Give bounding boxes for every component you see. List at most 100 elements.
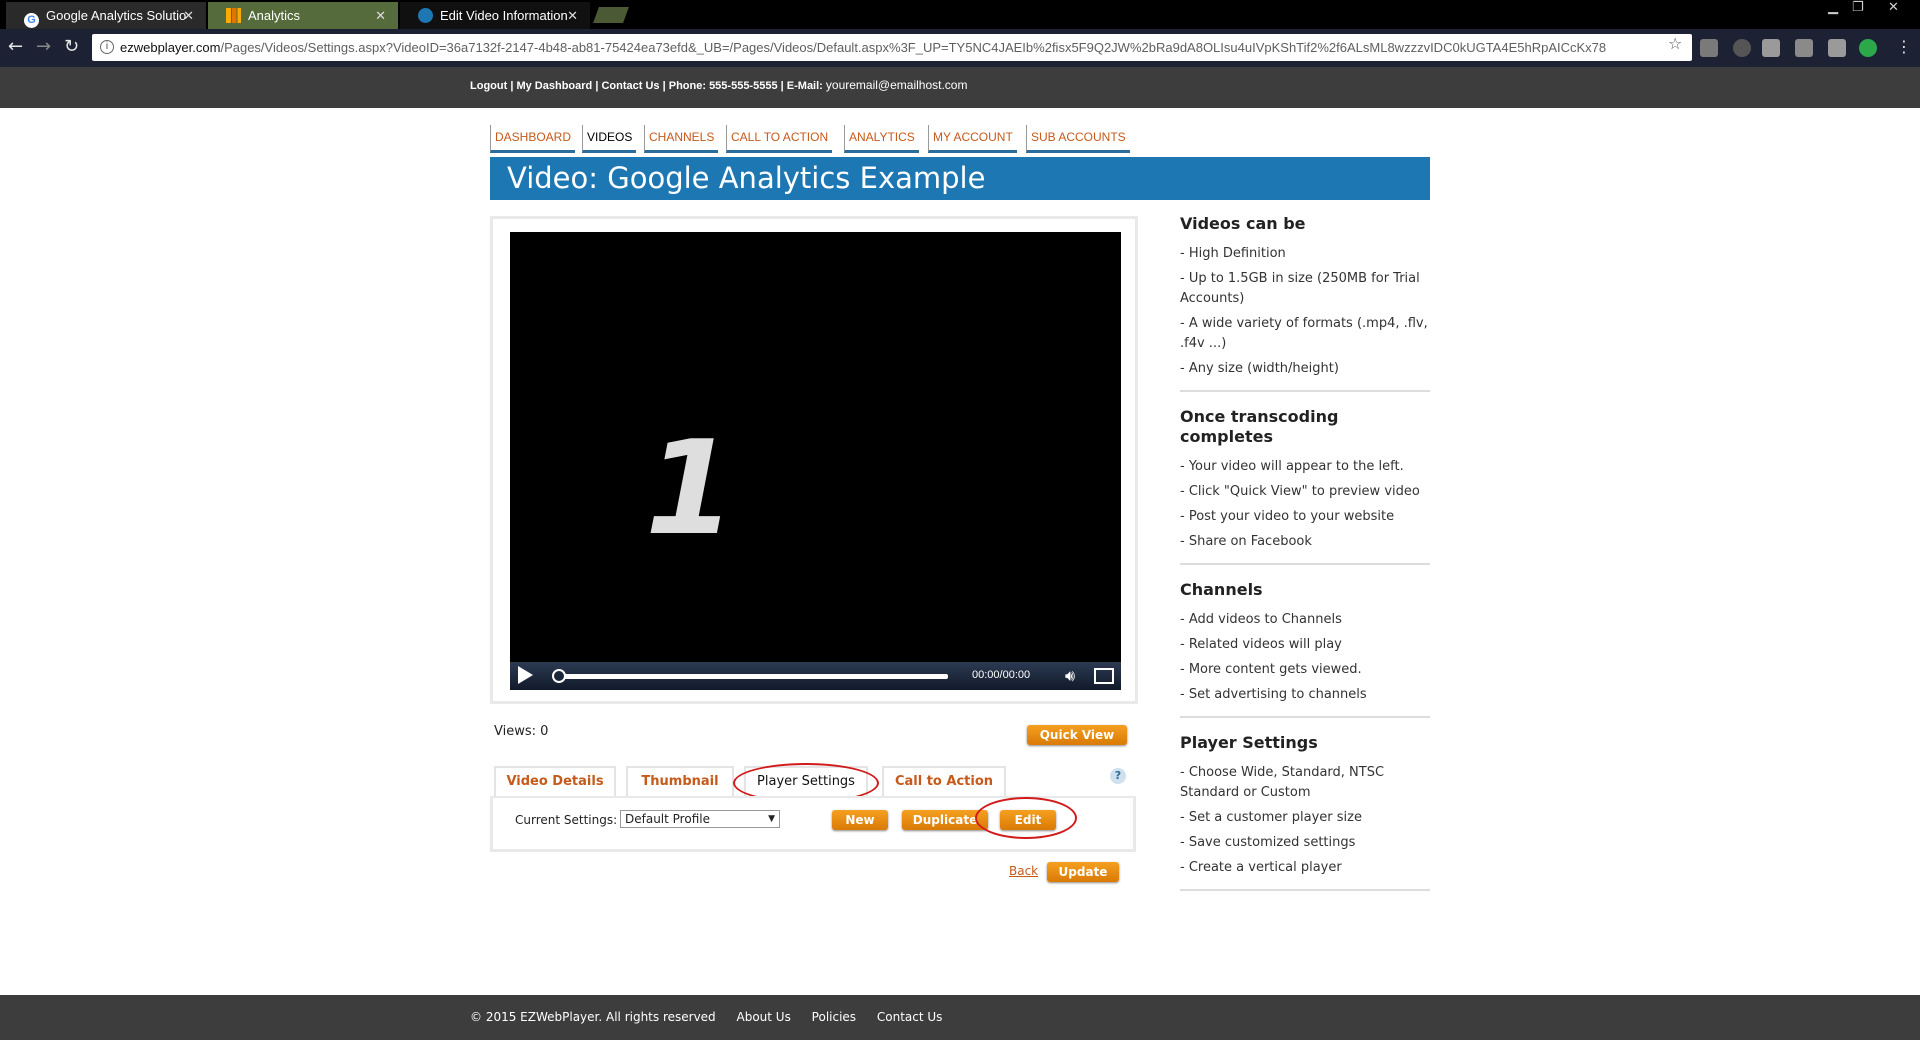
nav-call-to-action[interactable]: CALL TO ACTION (726, 125, 833, 153)
tab-thumbnail[interactable]: Thumbnail (626, 766, 734, 796)
site-header: Logout | My Dashboard | Contact Us | Pho… (0, 67, 1920, 108)
top-links: Logout | My Dashboard | Contact Us | Pho… (470, 78, 968, 92)
email-text: youremail@emailhost.com (825, 78, 968, 92)
reload-icon[interactable]: ↻ (64, 37, 79, 57)
sidebar-section-channels: Channels - Add videos to Channels - Rela… (1180, 580, 1430, 718)
address-bar[interactable]: i ezwebplayer.com/Pages/Videos/Settings.… (92, 34, 1692, 61)
logout-link[interactable]: Logout (470, 80, 507, 92)
forward-icon[interactable]: → (36, 37, 51, 57)
google-icon: G (24, 13, 39, 28)
info-icon[interactable]: i (100, 40, 114, 54)
tab-title: Analytics (248, 8, 301, 23)
play-icon[interactable] (518, 666, 533, 684)
video-frame: 1 00:00/00:00 🔊︎ (490, 216, 1138, 704)
current-settings-select[interactable]: Default Profile ▼ (620, 810, 780, 828)
tab-title: Edit Video Information (440, 8, 568, 23)
current-settings-label: Current Settings: (515, 813, 618, 827)
phone-text: Phone: 555-555-5555 (668, 80, 778, 92)
section-heading: Player Settings (1180, 733, 1318, 752)
browser-tab-analytics[interactable]: Analytics ✕ (208, 2, 398, 29)
page-title-bar: Video: Google Analytics Example (490, 157, 1430, 200)
list-item: - Create a vertical player (1180, 860, 1342, 875)
list-item: - Share on Facebook (1180, 534, 1312, 549)
annotation-circle (975, 797, 1077, 839)
list-item: - Related videos will play (1180, 637, 1342, 652)
close-tab-icon[interactable]: ✕ (375, 2, 386, 29)
nav-channels[interactable]: CHANNELS (644, 125, 719, 153)
list-item: - Any size (width/height) (1180, 361, 1339, 376)
list-item: - Your video will appear to the left. (1180, 459, 1404, 474)
email-label: E-Mail: (786, 80, 823, 92)
tab-call-to-action[interactable]: Call to Action (882, 766, 1006, 796)
contact-us-link[interactable]: Contact Us (601, 80, 659, 92)
help-icon[interactable]: ? (1110, 768, 1126, 784)
info-extension-icon[interactable] (1733, 39, 1751, 57)
time-display: 00:00/00:00 (972, 669, 1031, 681)
close-window-icon[interactable]: ✕ (1888, 0, 1899, 16)
back-icon[interactable]: ← (8, 37, 23, 57)
browser-tab-google-analytics-solutions[interactable]: G Google Analytics Solutio ✕ (6, 2, 206, 29)
section-heading: Channels (1180, 580, 1263, 599)
update-button[interactable]: Update (1047, 862, 1119, 882)
copyright-text: © 2015 EZWebPlayer. All rights reserved (470, 1010, 716, 1024)
list-item: - More content gets viewed. (1180, 662, 1362, 677)
extension-icon[interactable] (1795, 39, 1813, 57)
list-item: - High Definition (1180, 246, 1286, 261)
list-item: - Up to 1.5GB in size (250MB for Trial A… (1180, 271, 1420, 306)
url-host: ezwebplayer.com (120, 40, 221, 55)
quick-view-button[interactable]: Quick View (1027, 725, 1127, 745)
browser-tab-bar: G Google Analytics Solutio ✕ Analytics ✕ … (0, 0, 1920, 29)
video-player[interactable]: 1 00:00/00:00 🔊︎ (510, 232, 1121, 690)
tab-video-details[interactable]: Video Details (494, 766, 616, 796)
list-item: - Set advertising to channels (1180, 687, 1367, 702)
footer-contact-link[interactable]: Contact Us (877, 1010, 943, 1024)
footer-about-link[interactable]: About Us (737, 1010, 791, 1024)
browser-tab-edit-video-information[interactable]: Edit Video Information ✕ (400, 2, 590, 29)
player-controls: 00:00/00:00 🔊︎ (510, 662, 1121, 690)
nav-dashboard[interactable]: DASHBOARD (490, 125, 576, 153)
close-tab-icon[interactable]: ✕ (183, 2, 194, 29)
selected-profile: Default Profile (625, 812, 710, 826)
info-sidebar: Videos can be - High Definition - Up to … (1180, 214, 1430, 906)
url-path: /Pages/Videos/Settings.aspx?VideoID=36a7… (220, 40, 1607, 55)
browser-toolbar: ← → ↻ i ezwebplayer.com/Pages/Videos/Set… (0, 29, 1920, 67)
seek-handle[interactable] (552, 669, 566, 683)
bookmark-star-icon[interactable]: ☆ (1668, 34, 1682, 53)
restore-icon[interactable]: ❐ (1852, 0, 1864, 16)
footer-policies-link[interactable]: Policies (812, 1010, 856, 1024)
page-title: Video: Google Analytics Example (507, 161, 986, 195)
site-footer: © 2015 EZWebPlayer. All rights reserved … (0, 995, 1920, 1040)
section-heading: Once transcoding completes (1180, 407, 1339, 446)
analytics-icon (226, 8, 241, 23)
extension-icon[interactable] (1828, 39, 1846, 57)
list-item: - Click "Quick View" to preview video (1180, 484, 1420, 499)
menu-kebab-icon[interactable]: ⋮ (1896, 37, 1912, 57)
volume-icon[interactable]: 🔊︎ (1065, 666, 1075, 686)
list-item: - A wide variety of formats (.mp4, .flv,… (1180, 316, 1428, 351)
extension-icon[interactable] (1859, 39, 1877, 57)
list-item: - Save customized settings (1180, 835, 1356, 850)
sidebar-section-player-settings: Player Settings - Choose Wide, Standard,… (1180, 733, 1430, 891)
fullscreen-icon[interactable] (1094, 668, 1114, 684)
sidebar-section-videos: Videos can be - High Definition - Up to … (1180, 214, 1430, 392)
list-item: - Add videos to Channels (1180, 612, 1342, 627)
minimize-icon[interactable]: ▁ (1828, 0, 1838, 16)
close-tab-icon[interactable]: ✕ (567, 2, 578, 29)
video-frame-content: 1 (645, 412, 736, 564)
nav-my-account[interactable]: MY ACCOUNT (928, 125, 1017, 153)
my-dashboard-link[interactable]: My Dashboard (516, 80, 592, 92)
footer-links: © 2015 EZWebPlayer. All rights reserved … (470, 1010, 959, 1024)
nav-videos[interactable]: VIDEOS (582, 125, 637, 153)
camera-extension-icon[interactable] (1700, 39, 1718, 57)
views-count: Views: 0 (494, 724, 549, 739)
list-item: - Post your video to your website (1180, 509, 1395, 524)
tab-title: Google Analytics Solutio (46, 8, 187, 23)
seek-bar[interactable] (552, 669, 948, 683)
new-button[interactable]: New (832, 810, 888, 830)
new-tab-button[interactable] (593, 7, 629, 23)
extension-icon[interactable] (1762, 39, 1780, 57)
nav-sub-accounts[interactable]: SUB ACCOUNTS (1026, 125, 1130, 153)
back-link[interactable]: Back (1009, 864, 1038, 878)
list-item: - Choose Wide, Standard, NTSC Standard o… (1180, 765, 1385, 800)
nav-analytics[interactable]: ANALYTICS (844, 125, 919, 153)
